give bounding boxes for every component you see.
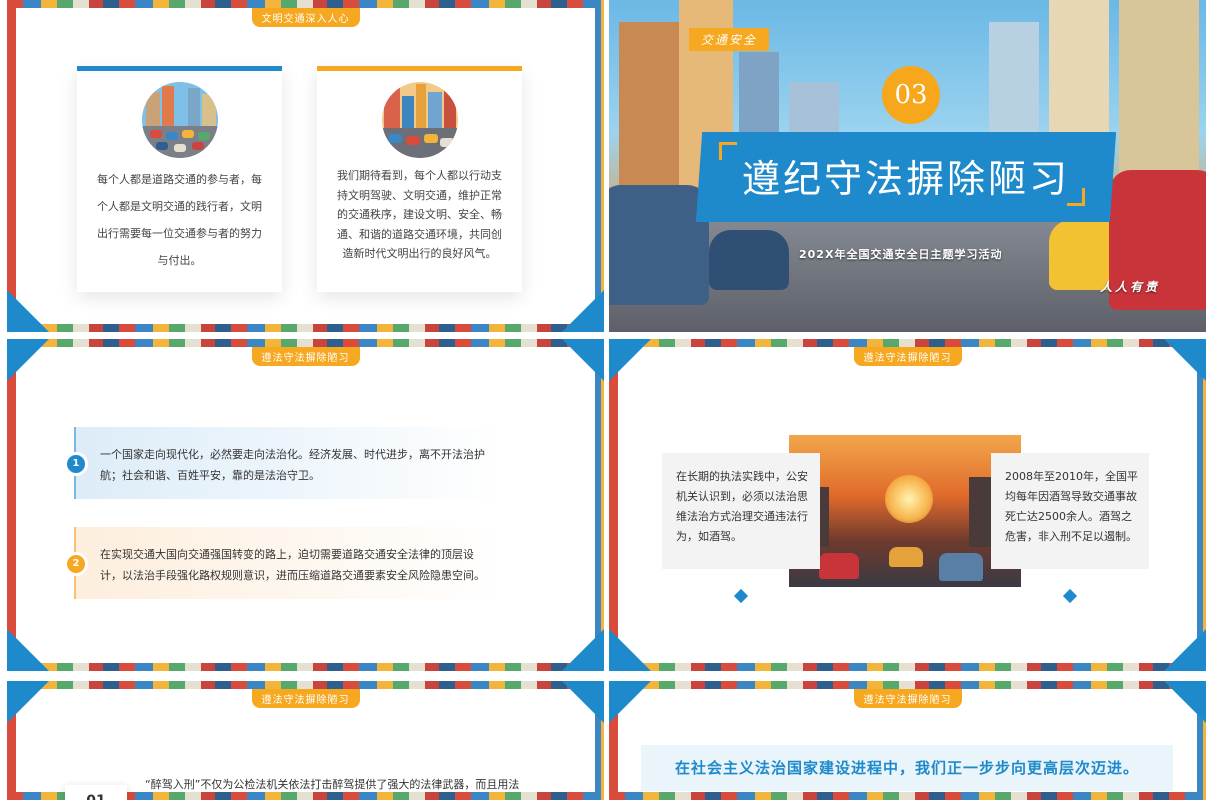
text-box-content: 在长期的执法实践中，公安机关认识到，必须以法治思维法治方式治理交通违法行为，如酒…: [676, 470, 808, 543]
item-number: 01: [65, 785, 127, 800]
point-text: 在实现交通大国向交通强国转变的路上，迫切需要道路交通安全法律的顶层设计，以法治手…: [100, 548, 485, 582]
point-box: 1 一个国家走向现代化，必然要走向法治化。经济发展、时代进步，离不开法治护航；社…: [67, 427, 502, 499]
slide-drunk-driving[interactable]: 遵法守法摒除陋习 在长期的执法实践中，公安机关认识到，必须以法治思维法治方式治理…: [609, 339, 1206, 671]
cover-tag: 交通安全: [689, 28, 770, 51]
section-tag: 遵法守法摒除陋习: [853, 689, 962, 708]
section-number: 03: [882, 66, 940, 124]
card-text: 我们期待看到，每个人都以行动支持文明驾驶、文明交通，维护正常的交通秩序，建设文明…: [337, 169, 502, 260]
text-box: 在长期的执法实践中，公安机关认识到，必须以法治思维法治方式治理交通违法行为，如酒…: [662, 453, 820, 569]
slide-rule-of-law[interactable]: 遵法守法摒除陋习 1 一个国家走向现代化，必然要走向法治化。经济发展、时代进步，…: [7, 339, 604, 671]
car: [819, 553, 859, 579]
corner-decoration: [609, 629, 651, 671]
info-card: 每个人都是道路交通的参与者，每个人都是文明交通的践行者，文明出行需要每一位交通参…: [77, 66, 282, 292]
cover-subtitle: 202X年全国交通安全日主题学习活动: [799, 248, 1003, 261]
section-tag: 遵法守法摒除陋习: [251, 689, 360, 708]
section-tag: 遵法守法摒除陋习: [853, 347, 962, 366]
car: [889, 547, 923, 567]
sunset-traffic-image: [789, 435, 1021, 587]
info-card: 我们期待看到，每个人都以行动支持文明驾驶、文明交通，维护正常的交通秩序，建设文明…: [317, 66, 522, 292]
corner-decoration: [7, 339, 49, 381]
corner-decoration: [1164, 629, 1206, 671]
corner-decoration: [562, 629, 604, 671]
card-accent-bar: [317, 66, 522, 71]
city-street-image: [381, 82, 458, 158]
text-box: 2008年至2010年，全国平均每年因酒驾导致交通事故死亡达2500余人。酒驾之…: [991, 453, 1149, 569]
card-text: 每个人都是道路交通的参与者，每个人都是文明交通的践行者，文明出行需要每一位交通参…: [97, 173, 262, 267]
corner-decoration: [609, 339, 651, 381]
point-text: 一个国家走向现代化，必然要走向法治化。经济发展、时代进步，离不开法治护航；社会和…: [100, 448, 485, 482]
car: [939, 553, 983, 581]
car: [609, 185, 709, 305]
section-tag: 文明交通深入人心: [251, 8, 360, 27]
cover-slogan: 人人有责: [1099, 280, 1160, 294]
slide-rule-of-law-progress[interactable]: 遵法守法摒除陋习 在社会主义法治国家建设进程中，我们正一步步向更高层次迈进。: [609, 681, 1206, 800]
corner-decoration: [7, 681, 49, 723]
slide-drunk-driving-law[interactable]: 遵法守法摒除陋习 01 “醉驾入刑”不仅为公检法机关依法打击醉驾提供了强大的法律…: [7, 681, 604, 800]
card-accent-bar: [77, 66, 282, 71]
corner-decoration: [562, 339, 604, 381]
section-tag: 遵法守法摒除陋习: [251, 347, 360, 366]
point-box: 2 在实现交通大国向交通强国转变的路上，迫切需要道路交通安全法律的顶层设计，以法…: [67, 527, 502, 599]
slide-grid: 文明交通深入人心 每个人都是道路交通的参与者，每个人都是文明交通的践行者，文明出…: [0, 0, 1212, 800]
cover-title: 遵纪守法摒除陋习: [741, 157, 1070, 201]
point-number: 2: [67, 555, 85, 573]
traffic-jam-image: [141, 82, 218, 158]
corner-decoration: [609, 681, 651, 723]
slide-civilized-traffic[interactable]: 文明交通深入人心 每个人都是道路交通的参与者，每个人都是文明交通的践行者，文明出…: [7, 0, 604, 332]
text-box-content: 2008年至2010年，全国平均每年因酒驾导致交通事故死亡达2500余人。酒驾之…: [1005, 470, 1138, 543]
quote-text: “醉驾入刑”不仅为公检法机关依法打击醉驾提供了强大的法律武器，而且用法: [145, 778, 520, 791]
corner-decoration: [562, 290, 604, 332]
sun: [885, 475, 933, 523]
slide-cover[interactable]: 交通安全 03 遵纪守法摒除陋习 202X年全国交通安全日主题学习活动 人人有责: [609, 0, 1206, 332]
corner-decoration: [1164, 681, 1206, 723]
highlight-banner: 在社会主义法治国家建设进程中，我们正一步步向更高层次迈进。: [641, 745, 1173, 791]
corner-decoration: [7, 290, 49, 332]
corner-decoration: [562, 681, 604, 723]
slide-body: [16, 347, 595, 663]
car: [709, 230, 789, 290]
corner-decoration: [1164, 339, 1206, 381]
banner-text: 在社会主义法治国家建设进程中，我们正一步步向更高层次迈进。: [674, 759, 1139, 777]
point-number: 1: [67, 455, 85, 473]
corner-decoration: [7, 629, 49, 671]
